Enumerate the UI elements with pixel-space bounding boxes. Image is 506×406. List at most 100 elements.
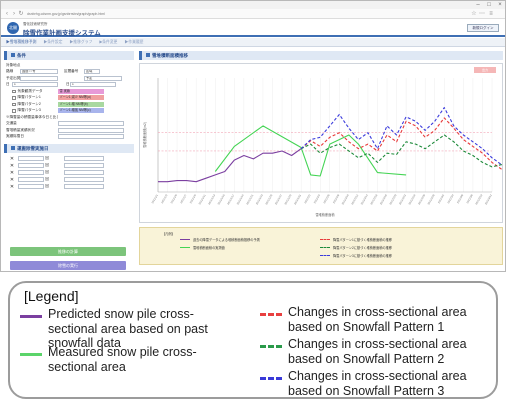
- x-tick-label: 2021/1/3: [160, 193, 169, 204]
- x-tick-label: 2021/3/2: [437, 193, 446, 204]
- series-checkbox[interactable]: [12, 102, 16, 106]
- remove-icon[interactable]: ✕: [6, 170, 18, 176]
- series-swatch[interactable]: ゾーン1 減少 NM等(a): [57, 95, 104, 101]
- breadcrumb-item[interactable]: ▶雪堆積推移予測: [6, 40, 36, 44]
- legend-line-swatch: [260, 345, 282, 348]
- legend-item-label: Changes in cross-sectional area based on…: [288, 369, 467, 398]
- remove-icon[interactable]: ✕: [6, 163, 18, 169]
- breadcrumb-item[interactable]: ▶作業履歴: [125, 40, 144, 44]
- x-tick-label: 2021/3/4: [446, 193, 455, 204]
- series-checkbox[interactable]: [12, 96, 16, 100]
- series-label: 気象観測データ: [17, 88, 43, 93]
- mini-legend-item: 降雪パターン1に基づく堆積断面積の推移: [320, 237, 392, 242]
- series-rows: 気象観測データ 雪 実績降雪パターン1 ゾーン1 減少 NM等(a) 降雪パターン2 ゾ…: [6, 88, 132, 114]
- form-field[interactable]: [58, 134, 124, 140]
- user-button[interactable]: 新規ログイン: [467, 24, 499, 32]
- x-tick-label: 2021/3/6: [456, 193, 465, 204]
- forward-arrow-icon[interactable]: ›: [11, 11, 17, 17]
- x-axis-label: 雪堆積断面積: [315, 212, 335, 217]
- menu-icon[interactable]: ≡: [488, 11, 494, 17]
- form-field[interactable]: [58, 127, 124, 133]
- mini-legend-item: 降雪パターン3に基づく堆積断面積の推移: [320, 253, 392, 258]
- removal-unit: 回: [45, 177, 49, 181]
- remove-icon[interactable]: ✕: [6, 184, 18, 190]
- breadcrumb-item[interactable]: ▶推移グラフ: [69, 40, 92, 44]
- series-swatch[interactable]: 雪 実績: [57, 88, 104, 94]
- close-button[interactable]: ×: [495, 1, 505, 9]
- run-button[interactable]: 除雪の実行: [10, 261, 126, 270]
- series-label: 降雪パターン2: [17, 101, 41, 106]
- x-tick-label: 2021/1/9: [189, 193, 198, 204]
- logo: 北開: [7, 22, 19, 34]
- minimize-button[interactable]: –: [473, 1, 483, 9]
- removal-date-field[interactable]: [18, 156, 44, 161]
- remove-icon[interactable]: ✕: [6, 177, 18, 183]
- removal-date-field[interactable]: [18, 163, 44, 168]
- remove-icon[interactable]: ✕: [6, 156, 18, 162]
- removal-row: ✕ 回: [6, 176, 132, 183]
- form-label: 区間番号: [64, 69, 79, 74]
- section-select[interactable]: 区域: [84, 69, 100, 75]
- chart-legend: 【凡例】 過去の降雪データによる堆積断面積推移の予測 雪堆積断面積の実測値 降雪パタ…: [139, 227, 503, 265]
- condition-panel: 条件 対象地点 路線 国道○○号 区間番号 区域 予定出発 予定 日 1 日 1…: [4, 51, 134, 270]
- form-label: 予定出発: [6, 75, 21, 80]
- x-tick-label: 2021/2/26: [417, 193, 427, 205]
- removal-date-field[interactable]: [18, 170, 44, 175]
- form-label: 実績除雪日: [6, 134, 24, 139]
- removal-amount-field[interactable]: [64, 156, 104, 161]
- day-field[interactable]: 1: [12, 82, 58, 88]
- url-field[interactable]: dsnbrhg.cdsnm.gov.jp/gsnbrrsbn/graph/gra…: [27, 11, 387, 17]
- series-checkbox[interactable]: [12, 89, 16, 93]
- removal-amount-field[interactable]: [64, 177, 104, 182]
- start-field[interactable]: [20, 75, 58, 81]
- extensions-icon[interactable]: ⋯: [479, 11, 485, 17]
- day-field-2[interactable]: 1: [70, 82, 116, 88]
- maximize-button[interactable]: □: [484, 1, 494, 9]
- series-line: [158, 148, 302, 183]
- removal-amount-field[interactable]: [64, 170, 104, 175]
- series-checkbox[interactable]: [12, 109, 16, 113]
- series-label: 降雪パターン1: [17, 95, 41, 100]
- breadcrumb-item[interactable]: ▶条件変更: [99, 40, 117, 44]
- mini-legend-item: 降雪パターン2に基づく堆積断面積の推移: [320, 245, 392, 250]
- x-tick-label: 2021/2/18: [379, 193, 389, 205]
- export-button[interactable]: 出力: [474, 67, 496, 73]
- form-row: 実績除雪日: [6, 134, 132, 141]
- legend-item-label: Changes in cross-sectional area based on…: [288, 305, 467, 334]
- mini-legend-label: 降雪パターン2に基づく堆積断面積の推移: [333, 246, 392, 250]
- series-swatch[interactable]: ゾーン1 増強 NM等(c): [57, 108, 104, 114]
- calculate-button[interactable]: 推移の計算: [10, 247, 126, 256]
- legend-title: [Legend]: [24, 288, 79, 304]
- x-tick-label: 2021/1/29: [283, 193, 293, 205]
- removal-form: ✕ 回 ✕ 回 ✕ 回 ✕ 回 ✕ 回: [4, 153, 134, 192]
- line-chart: 雪堆積断面積(m2)2021/1/1 2021/1/3 2021/1/5 2021/1…: [142, 78, 506, 217]
- removal-amount-field[interactable]: [64, 184, 104, 189]
- removal-date-field[interactable]: [18, 177, 44, 182]
- back-arrow-icon[interactable]: ‹: [4, 11, 10, 17]
- plan-select[interactable]: 予定: [84, 75, 122, 81]
- star-icon[interactable]: ☆: [471, 11, 477, 17]
- form-label: 対象地点: [6, 62, 21, 67]
- x-tick-label: 2021/2/4: [313, 193, 322, 204]
- address-bar: ‹ › ↻ dsnbrhg.cdsnm.gov.jp/gsnbrrsbn/gra…: [1, 9, 505, 19]
- breadcrumb-item[interactable]: ▶条件設定: [43, 40, 62, 44]
- x-tick-label: 2021/1/1: [150, 193, 159, 204]
- x-tick-label: 2021/1/25: [264, 193, 274, 205]
- reload-icon[interactable]: ↻: [18, 11, 24, 17]
- route-select[interactable]: 国道○○号: [20, 69, 58, 75]
- chart-panel: 雪堆積断面積推移 出力 雪堆積断面積(m2) 2021/1/1 2021/1/3 20…: [139, 51, 506, 269]
- x-tick-label: 2021/1/27: [274, 193, 284, 205]
- form-field[interactable]: [58, 121, 124, 127]
- series-swatch[interactable]: ゾーン1 増 NM等(b): [57, 101, 104, 107]
- extra-rows: ※降雪量の積雪量事体今日と比して(単位:cm) 交通量雪堆積量実績状況実績除雪日: [6, 114, 132, 140]
- chart-area: 出力 雪堆積断面積(m2) 2021/1/1 2021/1/3 2021/1/5 202…: [139, 63, 506, 223]
- legend-line-swatch: [20, 315, 42, 318]
- x-tick-label: 2021/1/15: [216, 193, 226, 205]
- series-line: [300, 117, 506, 178]
- removal-row: ✕ 回: [6, 162, 132, 169]
- form-row: 日 1 日 1: [6, 82, 132, 89]
- removal-amount-field[interactable]: [64, 163, 104, 168]
- form-row: 交通量: [6, 121, 132, 128]
- x-tick-label: 2021/1/21: [245, 193, 255, 205]
- removal-date-field[interactable]: [18, 184, 44, 189]
